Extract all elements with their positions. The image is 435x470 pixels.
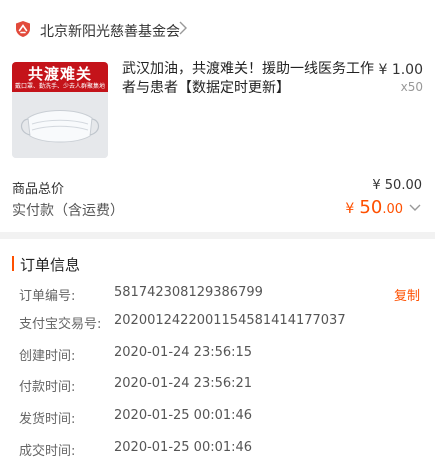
- paid-label: 实付款（含运费）: [12, 203, 124, 219]
- product-price: ¥ 1.00: [378, 62, 423, 78]
- total-label: 商品总价: [12, 182, 65, 197]
- paid-integer: 50: [359, 197, 383, 218]
- paid-currency: ¥: [345, 201, 355, 217]
- product-image-banner-sub: 戴口罩、勤洗手、少去人群聚集地: [14, 83, 105, 90]
- completed-time-label: 成交时间:: [19, 444, 76, 459]
- paid-decimal: .00: [382, 202, 403, 217]
- shipped-time-value: 2020-01-25 00:01:46: [114, 408, 253, 423]
- face-mask-icon: [12, 92, 108, 158]
- created-time-value: 2020-01-24 23:56:15: [114, 345, 253, 360]
- shipped-time-label: 发货时间:: [19, 412, 76, 427]
- chevron-right-icon[interactable]: [178, 21, 188, 35]
- order-number-value: 581742308129386799: [114, 285, 263, 300]
- shop-name[interactable]: 北京新阳光慈善基金会: [40, 21, 180, 41]
- alipay-trade-value: 2020012422001154581414177037: [114, 313, 346, 328]
- paid-time-value: 2020-01-24 23:56:21: [114, 376, 253, 391]
- paid-amount[interactable]: ¥ 50.00: [345, 197, 403, 218]
- copy-order-number-button[interactable]: 复制: [394, 285, 420, 304]
- chevron-down-icon[interactable]: [409, 203, 421, 213]
- completed-time-value: 2020-01-25 00:01:46: [114, 440, 253, 455]
- total-value: ¥ 50.00: [372, 178, 422, 193]
- shop-row[interactable]: 北京新阳光慈善基金会: [0, 0, 435, 52]
- product-quantity: x50: [400, 80, 423, 94]
- product-image-banner: 共渡难关 戴口罩、勤洗手、少去人群聚集地: [12, 62, 108, 92]
- paid-time-label: 付款时间:: [19, 380, 76, 395]
- order-info-title: 订单信息: [20, 256, 81, 274]
- created-time-label: 创建时间:: [19, 349, 76, 364]
- shop-badge-icon: [16, 21, 30, 37]
- product-image[interactable]: 共渡难关 戴口罩、勤洗手、少去人群聚集地: [12, 62, 108, 158]
- section-accent-bar: [12, 256, 14, 271]
- order-number-label: 订单编号:: [19, 289, 76, 304]
- alipay-trade-label: 支付宝交易号:: [19, 317, 102, 332]
- product-title[interactable]: 武汉加油，共渡难关！援助一线医务工作者与患者【数据定时更新】: [122, 60, 374, 98]
